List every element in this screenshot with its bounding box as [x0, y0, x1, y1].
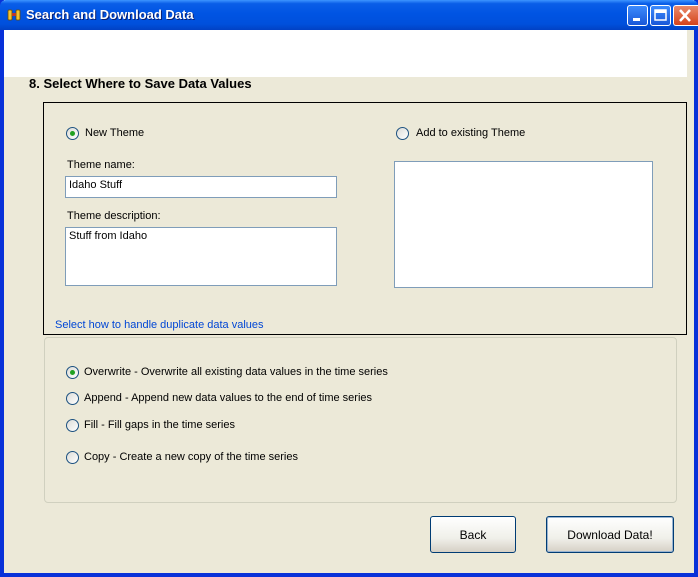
theme-name-label: Theme name:: [67, 159, 135, 171]
copy-radio[interactable]: [66, 451, 79, 464]
overwrite-label[interactable]: Overwrite - Overwrite all existing data …: [84, 366, 388, 378]
duplicate-handling-label: Select how to handle duplicate data valu…: [52, 319, 267, 331]
search-download-window: Search and Download Data 8. Select Where…: [0, 0, 698, 577]
maximize-button[interactable]: [650, 5, 671, 26]
new-theme-label[interactable]: New Theme: [85, 127, 144, 139]
copy-label[interactable]: Copy - Create a new copy of the time ser…: [84, 451, 298, 463]
existing-theme-radio[interactable]: [396, 127, 409, 140]
wizard-content: 8. Select Where to Save Data Values New …: [0, 30, 698, 573]
new-theme-radio[interactable]: [66, 127, 79, 140]
window-title: Search and Download Data: [26, 7, 194, 22]
overwrite-radio[interactable]: [66, 366, 79, 379]
existing-theme-label[interactable]: Add to existing Theme: [416, 127, 525, 139]
append-radio[interactable]: [66, 392, 79, 405]
header-band: [4, 30, 687, 77]
download-data-button[interactable]: Download Data!: [546, 516, 674, 553]
minimize-icon: [633, 18, 640, 21]
title-bar[interactable]: Search and Download Data: [0, 0, 698, 30]
close-icon: [679, 9, 691, 22]
page-title: 8. Select Where to Save Data Values: [29, 76, 252, 91]
minimize-button[interactable]: [627, 5, 648, 26]
back-button[interactable]: Back: [430, 516, 516, 553]
binoculars-icon: [7, 9, 21, 21]
close-button[interactable]: [673, 5, 698, 26]
existing-theme-list[interactable]: [394, 161, 653, 288]
fill-radio[interactable]: [66, 419, 79, 432]
append-label[interactable]: Append - Append new data values to the e…: [84, 392, 372, 404]
theme-name-input[interactable]: Idaho Stuff: [65, 176, 337, 198]
maximize-icon: [654, 9, 667, 21]
theme-description-input[interactable]: Stuff from Idaho: [65, 227, 337, 286]
fill-label[interactable]: Fill - Fill gaps in the time series: [84, 419, 235, 431]
theme-description-label: Theme description:: [67, 210, 161, 222]
